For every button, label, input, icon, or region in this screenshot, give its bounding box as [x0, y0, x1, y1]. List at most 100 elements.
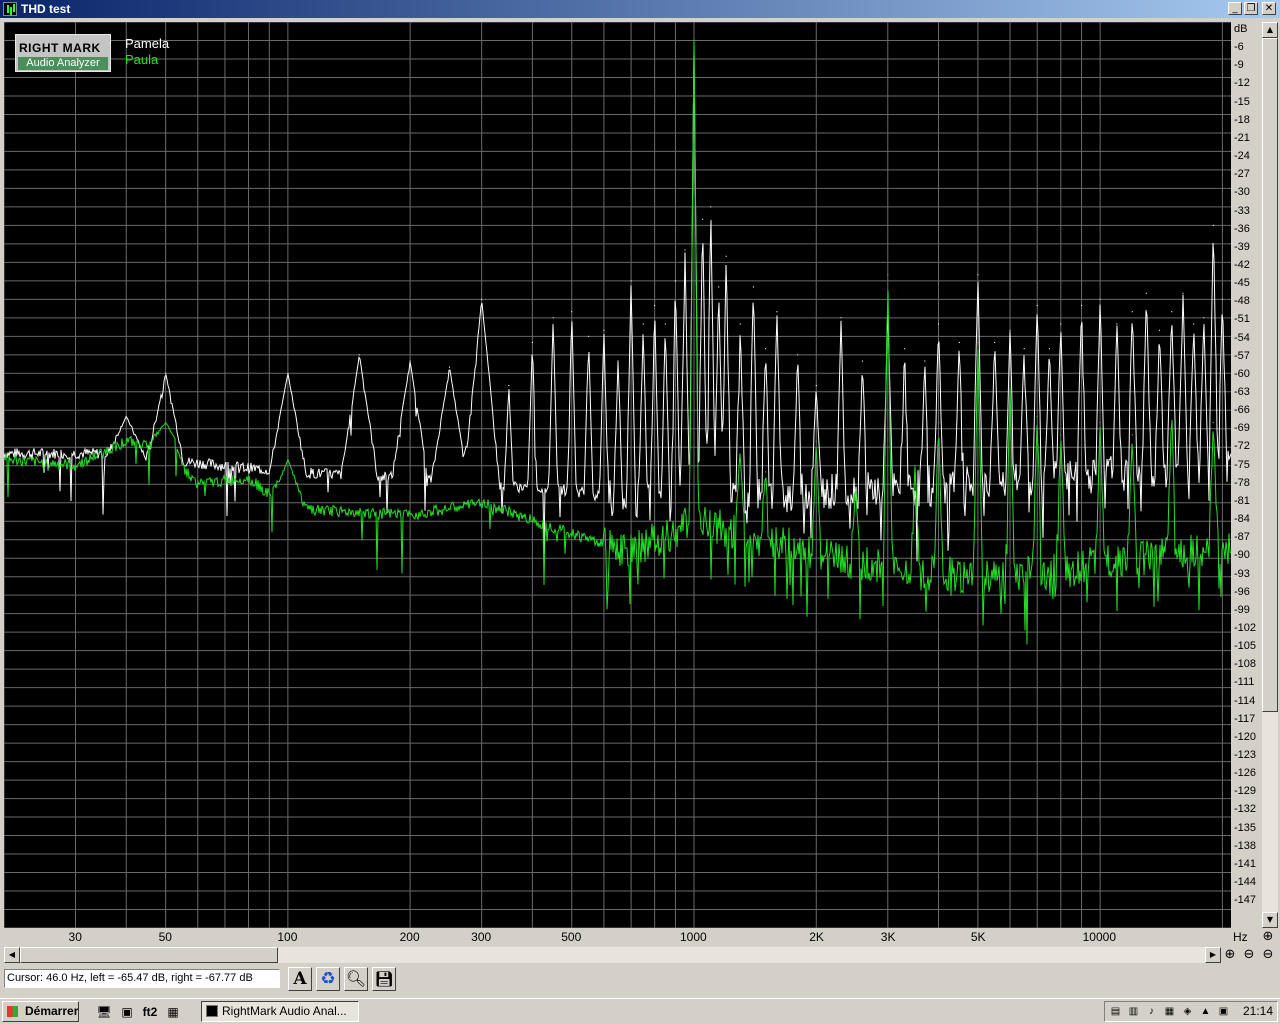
y-tick-label: -120 [1234, 730, 1257, 743]
magnifier-icon[interactable]: 🔍︎ [344, 967, 368, 991]
horizontal-scrollbar[interactable]: ◀ ▶ [4, 947, 1221, 963]
series-line-paula [4, 41, 1231, 645]
y-tick-label: -144 [1234, 876, 1257, 889]
y-tick-label: -72 [1234, 440, 1250, 453]
ft2-launcher[interactable]: ft2 [141, 1003, 159, 1021]
series-peak-paula [887, 274, 889, 276]
y-tick-label: -141 [1234, 857, 1257, 870]
scroll-left-icon[interactable]: ◀ [4, 947, 20, 963]
tray-icon-7[interactable]: ▣ [1217, 1005, 1230, 1018]
series-peak-pamela [674, 280, 677, 282]
spectrum-chart[interactable] [4, 22, 1231, 928]
series-peak-pamela [409, 360, 411, 362]
y-tick-label: -39 [1234, 240, 1250, 253]
series-peak-pamela [1193, 323, 1195, 325]
vertical-scroll-thumb[interactable] [1262, 38, 1278, 712]
series-peak-pamela [924, 360, 926, 362]
y-axis: dB -6 -9 -12 -15 -18 -21 -24 -27 -30 -33 -36 -39 -42 -… [1231, 22, 1261, 928]
y-tick-label: -27 [1234, 168, 1250, 181]
series-peak-paula [815, 440, 817, 442]
media-icon[interactable]: ▣ [118, 1003, 136, 1021]
y-tick-label: -138 [1234, 839, 1257, 852]
tray-icon-4[interactable]: ▦ [1163, 1005, 1176, 1018]
task-rightmark[interactable]: RightMark Audio Anal... [201, 1001, 359, 1022]
series-peak-pamela [1203, 317, 1205, 319]
series-peak-paula [937, 422, 940, 424]
y-tick-label: -66 [1234, 404, 1250, 417]
series-peak-paula [1212, 422, 1214, 424]
y-tick-label: -24 [1234, 150, 1250, 163]
x-tick-label: 300 [471, 930, 492, 944]
series-peak-pamela [739, 323, 741, 325]
y-tick-label: -15 [1234, 95, 1250, 108]
series-peak-pamela [840, 317, 842, 319]
refresh-icon[interactable]: ♻ [316, 967, 340, 991]
series-layer [4, 39, 1231, 645]
tray-icon-6[interactable]: ▲ [1199, 1005, 1212, 1018]
y-tick-label: -87 [1234, 531, 1250, 544]
y-tick-label: -84 [1234, 513, 1250, 526]
series-peak-paula [287, 459, 289, 461]
series-peak-pamela [710, 206, 712, 208]
zoom-reset-icon[interactable]: ⊖ [1260, 947, 1276, 963]
y-tick-label: -69 [1234, 422, 1250, 435]
tray-icon-5[interactable]: ◈ [1181, 1005, 1194, 1018]
tray-icon-2[interactable]: ▥ [1127, 1005, 1140, 1018]
cursor-readout: Cursor: 46.0 Hz, left = -65.47 dB, right… [4, 969, 280, 988]
series-peak-pamela [764, 348, 767, 350]
restore-icon[interactable]: ❐ [1244, 2, 1258, 15]
y-tick-label: -99 [1234, 603, 1250, 616]
series-peak-pamela [1158, 329, 1161, 331]
scroll-down-icon[interactable]: ▼ [1262, 912, 1278, 928]
y-tick-label: -45 [1234, 277, 1250, 290]
horizontal-scroll-thumb[interactable] [20, 947, 278, 963]
x-tick-label: 2K [809, 930, 824, 944]
y-tick-label: -117 [1234, 712, 1256, 725]
series-peak-pamela [702, 218, 704, 220]
font-button[interactable]: A [288, 967, 312, 991]
y-tick-label: -81 [1234, 494, 1250, 507]
series-peak-paula [165, 422, 167, 424]
series-peak-pamela [1099, 298, 1101, 300]
x-tick-label: 30 [68, 930, 82, 944]
series-peak-pamela [617, 360, 619, 362]
close-icon[interactable]: ✕ [1262, 2, 1276, 15]
spectrum-icon[interactable] [3, 2, 17, 16]
series-peak-pamela [994, 341, 996, 344]
zoom-icon[interactable]: ⊕ [1260, 929, 1276, 945]
desktop-icon[interactable]: 🖥︎ [95, 1003, 113, 1021]
save-icon[interactable]: 💾︎ [372, 967, 396, 991]
series-peak-pamela [125, 415, 127, 417]
y-tick-label: dB [1234, 23, 1248, 35]
scroll-up-icon[interactable]: ▲ [1262, 22, 1278, 38]
scroll-right-icon[interactable]: ▶ [1205, 947, 1221, 963]
y-tick-label: -33 [1234, 204, 1250, 217]
series-peak-paula [1171, 409, 1173, 411]
series-peak-paula [1036, 415, 1038, 417]
series-peak-pamela [603, 329, 605, 331]
y-tick-label: -90 [1234, 549, 1250, 562]
series-peak-pamela [1171, 311, 1173, 313]
series-peak-pamela [1023, 348, 1025, 350]
series-peak-pamela [1116, 323, 1118, 325]
spectrum-plot[interactable]: RIGHT MARK Audio Analyzer Pamela Paula [4, 22, 1231, 928]
y-tick-label: -93 [1234, 567, 1250, 580]
app-launcher-icon[interactable]: ▦ [164, 1003, 182, 1021]
y-tick-label: -42 [1234, 258, 1250, 271]
series-peak-pamela [1182, 292, 1184, 294]
zoom-in-icon[interactable]: ⊕ [1222, 947, 1238, 963]
y-tick-label: -30 [1234, 186, 1250, 199]
y-tick-label: -123 [1234, 749, 1257, 761]
tray-icon-1[interactable]: ▤ [1109, 1005, 1122, 1018]
legend-item-paula: Paula [125, 52, 159, 67]
series-peak-pamela [654, 304, 656, 307]
vertical-scrollbar[interactable]: ▲ ▼ [1262, 22, 1278, 928]
volume-icon[interactable]: ♪ [1145, 1005, 1158, 1018]
minimize-icon[interactable]: _ [1228, 2, 1242, 15]
y-tick-label: -6 [1234, 41, 1244, 54]
window-titlebar[interactable]: THD test _ ❐ ✕ [0, 0, 1280, 18]
start-button[interactable]: Démarrer [2, 1001, 79, 1022]
zoom-out-icon[interactable]: ⊖ [1241, 947, 1257, 963]
series-peak-pamela [1036, 304, 1038, 307]
y-tick-label: -132 [1234, 803, 1257, 816]
